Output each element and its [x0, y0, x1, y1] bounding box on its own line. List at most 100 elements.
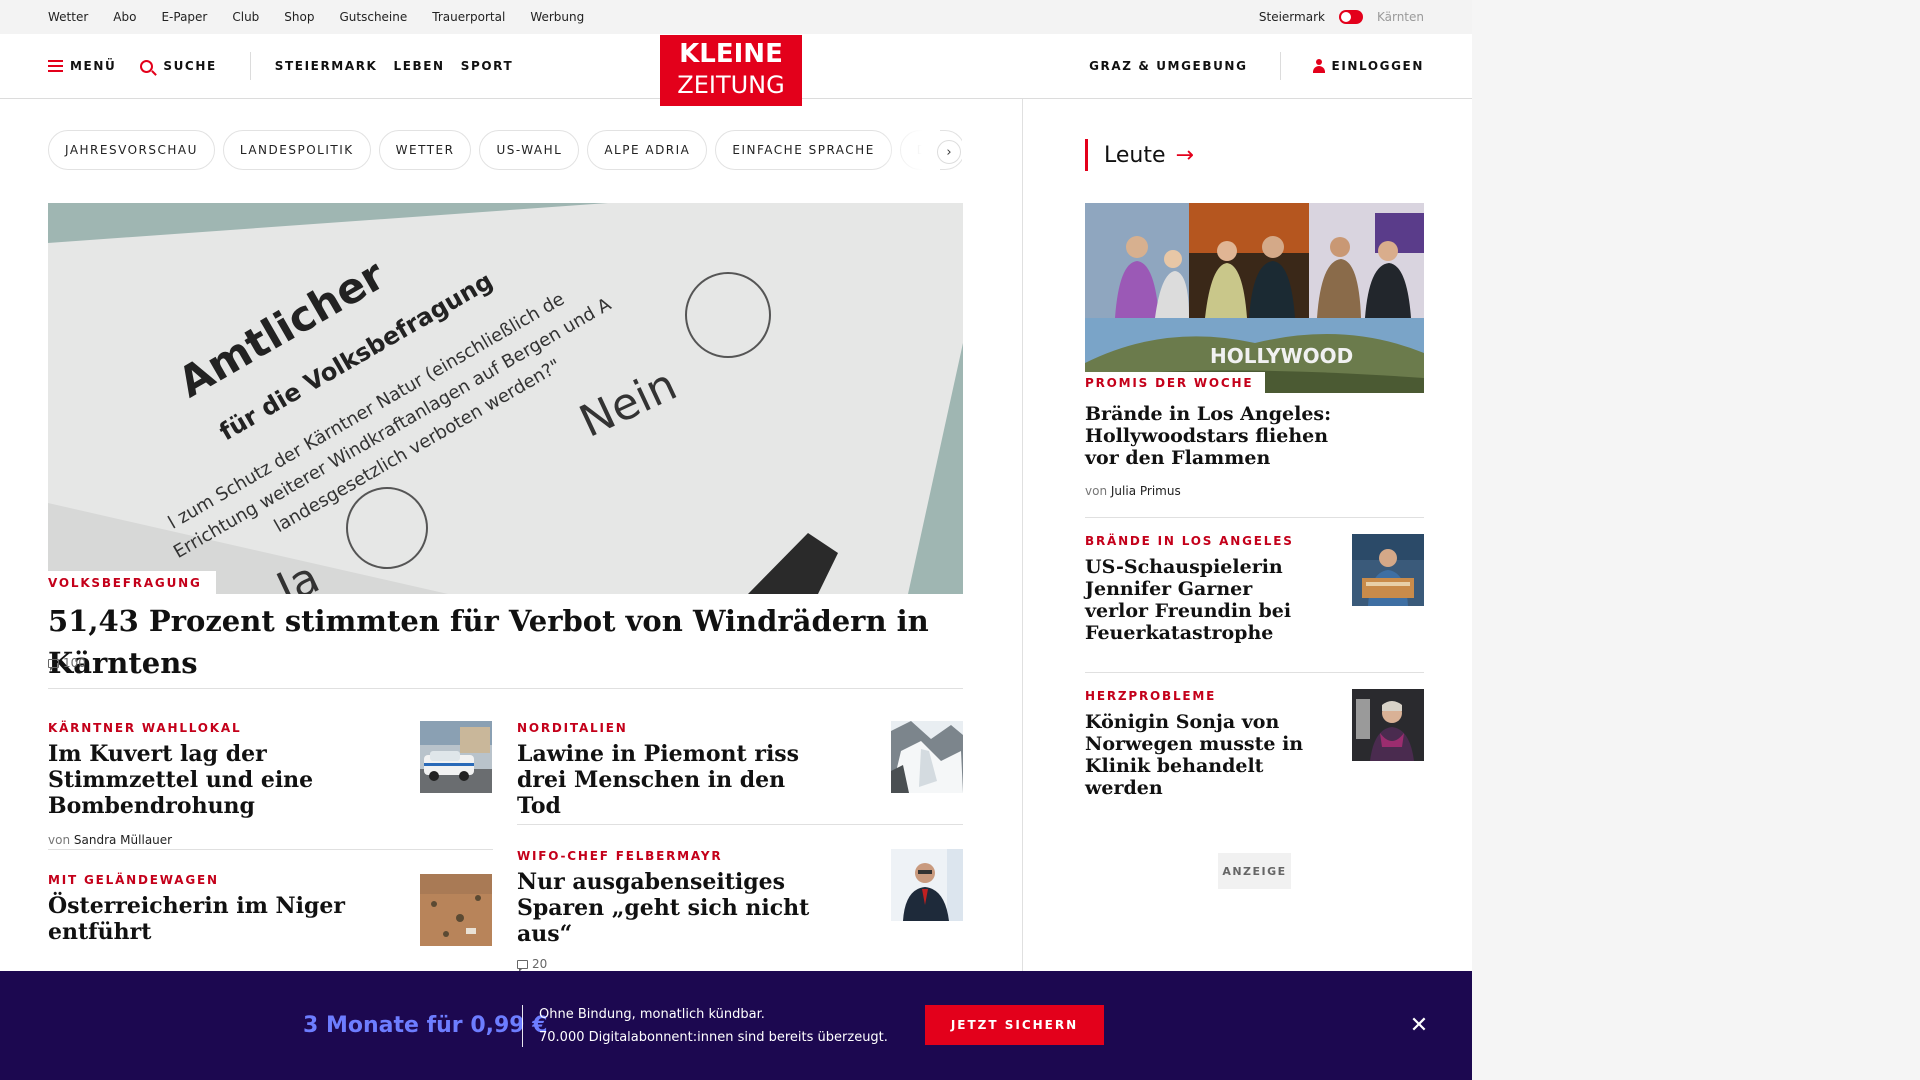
nav-sport[interactable]: SPORT [461, 59, 514, 73]
region-switcher: Steiermark Kärnten [1259, 0, 1424, 34]
teaser-headline[interactable]: Nur ausgabenseitiges Sparen „geht sich n… [517, 869, 847, 947]
sidebar-lead-byline: von Julia Primus [1085, 484, 1181, 498]
teaser-thumb-desert[interactable] [420, 874, 492, 946]
logo-line-1: KLEINE [679, 39, 783, 69]
byline-author[interactable]: Sandra Müllauer [74, 833, 172, 847]
util-link-shop[interactable]: Shop [284, 10, 314, 24]
teaser-headline[interactable]: Im Kuvert lag der Stimmzettel und eine B… [48, 741, 388, 819]
close-icon: ✕ [1409, 1012, 1429, 1038]
subscription-banner: 3 Monate für 0,99 € Ohne Bindung, monatl… [0, 971, 1472, 1080]
kleine-zeitung-logo[interactable]: KLEINE ZEITUNG [660, 35, 802, 106]
region-kaernten[interactable]: Kärnten [1377, 10, 1424, 24]
header-divider-right [1279, 52, 1281, 80]
nav-steiermark[interactable]: STEIERMARK [275, 59, 378, 73]
logo-line-2: ZEITUNG [677, 71, 785, 99]
sidebar-thumb-sonja[interactable] [1352, 689, 1424, 761]
topic-chip-einfache-sprache[interactable]: EINFACHE SPRACHE [715, 130, 892, 170]
sidebar-lead-image[interactable]: HOLLYWOOD [1085, 203, 1424, 393]
teaser-kicker: KÄRNTNER WAHLLOKAL [48, 721, 242, 735]
util-link-epaper[interactable]: E-Paper [161, 10, 207, 24]
arrow-right-icon: → [1175, 142, 1194, 168]
hero-comment-count[interactable]: 100 [48, 656, 86, 671]
region-toggle[interactable] [1338, 10, 1363, 24]
avalanche-image [891, 721, 963, 793]
utility-links: Wetter Abo E-Paper Club Shop Gutscheine … [48, 0, 584, 34]
desert-image [420, 874, 492, 946]
teaser-wahllokal[interactable]: KÄRNTNER WAHLLOKAL Im Kuvert lag der Sti… [48, 721, 388, 847]
sidebar-lead-kicker-box: PROMIS DER WOCHE [1085, 372, 1266, 393]
util-link-trauerportal[interactable]: Trauerportal [432, 10, 505, 24]
column-divider [1022, 99, 1023, 971]
sidebar-item-headline[interactable]: Königin Sonja von Norwegen musste in Kli… [1085, 711, 1325, 799]
teaser-comment-count[interactable]: 20 [517, 957, 847, 972]
util-link-club[interactable]: Club [232, 10, 259, 24]
teaser-kicker: NORDITALIEN [517, 721, 628, 735]
teaser-divider [48, 849, 493, 850]
util-link-werbung[interactable]: Werbung [530, 10, 584, 24]
region-steiermark[interactable]: Steiermark [1259, 10, 1325, 24]
topic-chip-us-wahl[interactable]: US-WAHL [479, 130, 580, 170]
search-button[interactable]: SUCHE [140, 59, 216, 73]
hero-divider [48, 688, 963, 689]
byline-prefix: von [48, 833, 71, 847]
search-label: SUCHE [163, 59, 217, 73]
utility-bar: Wetter Abo E-Paper Club Shop Gutscheine … [0, 0, 1472, 34]
topic-chip-alpe-adria[interactable]: ALPE ADRIA [587, 130, 708, 170]
topic-chip-landespolitik[interactable]: LANDESPOLITIK [222, 130, 371, 170]
sidebar-lead-headline[interactable]: Brände in Los Angeles: Hollywoodstars fl… [1085, 403, 1345, 469]
chip-fade [880, 130, 940, 172]
byline-prefix: von [1085, 484, 1108, 498]
util-link-wetter[interactable]: Wetter [48, 10, 88, 24]
police-car-image [420, 721, 492, 793]
viewport-gutter [1472, 0, 1920, 1080]
teaser-headline[interactable]: Österreicherin im Niger entführt [48, 893, 408, 945]
teaser-felbermayr[interactable]: WIFO-CHEF FELBERMAYR Nur ausgabenseitige… [517, 849, 847, 972]
byline-author[interactable]: Julia Primus [1111, 484, 1181, 498]
sidebar-item-headline[interactable]: US-Schauspielerin Jennifer Garner verlor… [1085, 556, 1315, 644]
ad-label: ANZEIGE [1218, 853, 1291, 889]
main-header: MENÜ SUCHE STEIERMARK LEBEN SPORT KLEINE… [0, 34, 1472, 106]
subscribe-button[interactable]: JETZT SICHERN [925, 1005, 1104, 1045]
login-label: EINLOGGEN [1331, 59, 1424, 73]
region-link-graz[interactable]: GRAZ & UMGEBUNG [1089, 59, 1247, 73]
sidebar-item-kicker: HERZPROBLEME [1085, 689, 1217, 703]
menu-button[interactable]: MENÜ [48, 59, 116, 73]
teaser-byline: von Sandra Müllauer [48, 833, 388, 847]
teaser-kicker: WIFO-CHEF FELBERMAYR [517, 849, 723, 863]
sidebar-divider [1085, 517, 1424, 518]
header-divider [249, 52, 251, 80]
section-title: Leute [1104, 142, 1166, 168]
hero-headline[interactable]: 51,43 Prozent stimmten für Verbot von Wi… [48, 600, 963, 684]
offer-line-2: 70.000 Digitalabonnent:innen sind bereit… [539, 1030, 888, 1045]
sidebar-thumb-garner[interactable] [1352, 534, 1424, 606]
teaser-thumb-avalanche[interactable] [891, 721, 963, 793]
chip-scroll-right-button[interactable]: › [937, 140, 961, 164]
garner-image [1352, 534, 1424, 606]
teaser-niger[interactable]: MIT GELÄNDEWAGEN Österreicherin im Niger… [48, 873, 408, 945]
teaser-divider [517, 824, 963, 825]
teaser-kicker: MIT GELÄNDEWAGEN [48, 873, 219, 887]
nav-leben[interactable]: LEBEN [393, 59, 444, 73]
topic-chip-bar: JAHRESVORSCHAU LANDESPOLITIK WETTER US-W… [48, 130, 962, 172]
section-link-leute[interactable]: Leute → [1085, 139, 1194, 171]
sidebar-divider [1085, 672, 1424, 673]
comment-icon [517, 959, 528, 972]
hamburger-icon [48, 60, 63, 72]
util-link-gutscheine[interactable]: Gutscheine [339, 10, 407, 24]
teaser-thumb-police[interactable] [420, 721, 492, 793]
teaser-thumb-felbermayr[interactable] [891, 849, 963, 921]
util-link-abo[interactable]: Abo [113, 10, 136, 24]
topic-chip-jahresvorschau[interactable]: JAHRESVORSCHAU [48, 130, 215, 170]
hollywood-sign: HOLLYWOOD [1210, 344, 1353, 368]
login-button[interactable]: EINLOGGEN [1312, 59, 1424, 73]
teaser-headline[interactable]: Lawine in Piemont riss drei Menschen in … [517, 741, 817, 819]
offer-price: 3 Monate für 0,99 € [303, 1013, 548, 1038]
hero-image[interactable]: Amtlicher für die Volksbefragung l zum S… [48, 203, 963, 594]
topic-chip-wetter[interactable]: WETTER [378, 130, 472, 170]
hero-comment-number: 100 [63, 656, 86, 670]
site-viewport: Wetter Abo E-Paper Club Shop Gutscheine … [0, 0, 1472, 1080]
close-banner-button[interactable]: ✕ [1405, 1011, 1433, 1039]
celebrity-collage: HOLLYWOOD [1085, 203, 1424, 393]
teaser-lawine[interactable]: NORDITALIEN Lawine in Piemont riss drei … [517, 721, 817, 819]
ballot-paper-illustration: Amtlicher für die Volksbefragung l zum S… [48, 203, 963, 594]
